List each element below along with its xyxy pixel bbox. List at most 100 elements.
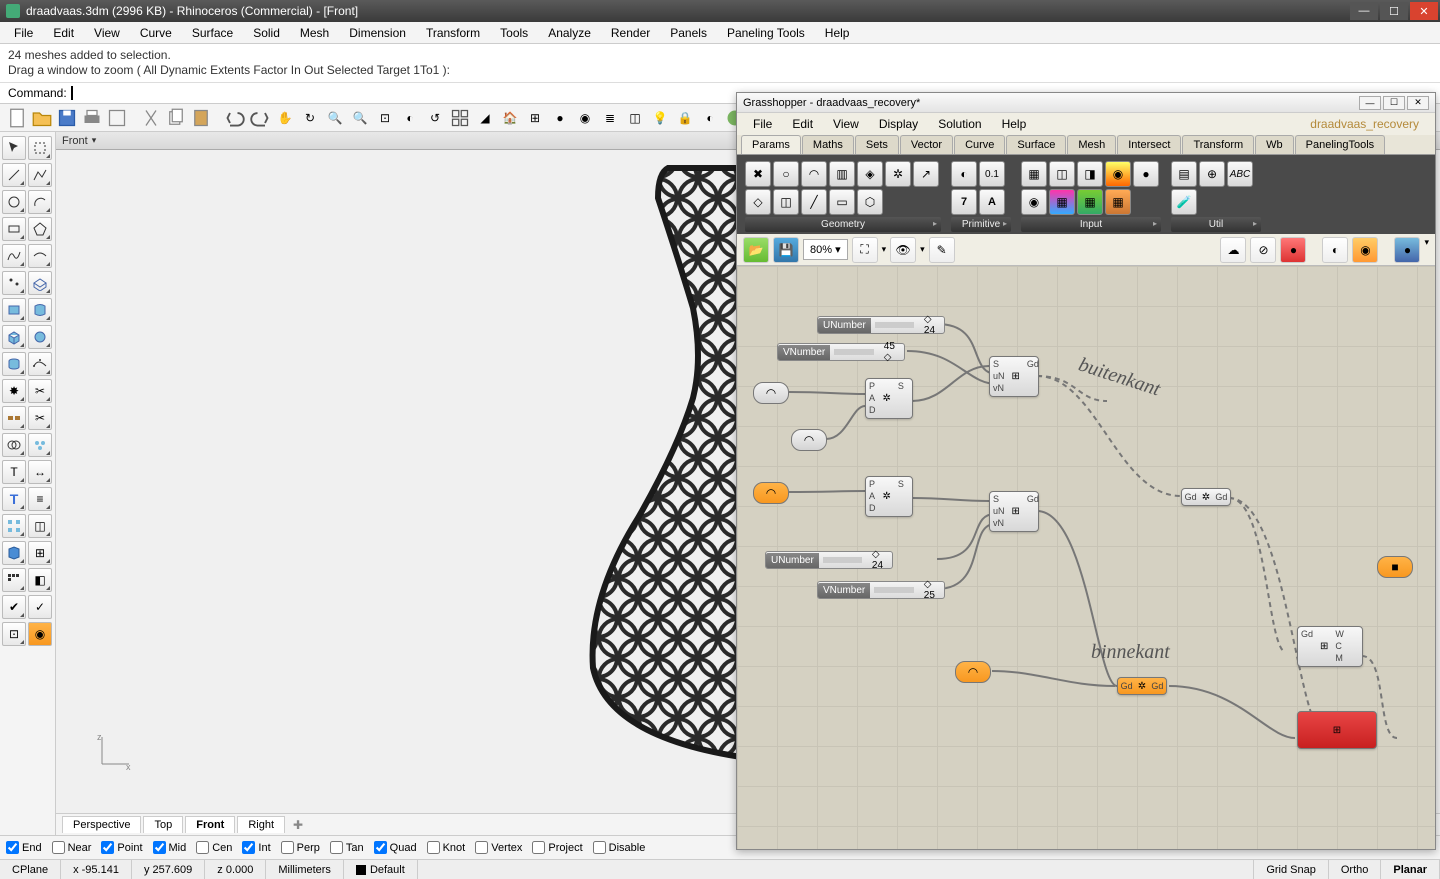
dim-tool[interactable]: ↔	[28, 460, 52, 484]
gh-menu-display[interactable]: Display	[871, 115, 926, 133]
gh-slider-unumber-1[interactable]: UNumber◇ 24	[817, 316, 945, 334]
gh-node-gd-relay-2[interactable]: Gd✲Gd	[1117, 677, 1167, 695]
layout-tool[interactable]: ≡	[28, 487, 52, 511]
gh-close-button[interactable]: ✕	[1407, 96, 1429, 110]
input-toggle-icon[interactable]: ◨	[1077, 161, 1103, 187]
geom-circle-icon[interactable]: ○	[773, 161, 799, 187]
osnap-int[interactable]: Int	[242, 841, 270, 854]
rectangle-tool[interactable]	[2, 217, 26, 241]
osnap-project[interactable]: Project	[532, 841, 582, 854]
gh-slider-vnumber-1[interactable]: VNumber45 ◇	[777, 343, 905, 361]
tab-perspective[interactable]: Perspective	[62, 816, 141, 833]
gh-node-divide-1[interactable]: SuNvN⊞Gd	[989, 356, 1039, 397]
gh-param-output-1[interactable]: ■	[1377, 556, 1413, 578]
paneling-tool[interactable]: ⊡	[2, 622, 26, 646]
menu-panels[interactable]: Panels	[662, 24, 715, 42]
polygon-tool[interactable]	[28, 217, 52, 241]
gh-maximize-button[interactable]: ☐	[1383, 96, 1405, 110]
ghtab-params[interactable]: Params	[741, 135, 801, 154]
tab-right[interactable]: Right	[237, 816, 285, 833]
rib-group-geometry[interactable]: Geometry	[745, 217, 941, 232]
save-icon[interactable]	[56, 107, 78, 129]
menu-edit[interactable]: Edit	[45, 24, 82, 42]
gh-canvas[interactable]: UNumber◇ 24 VNumber45 ◇ UNumber◇ 24 VNum…	[737, 266, 1435, 849]
gh-minimize-button[interactable]: —	[1359, 96, 1381, 110]
input-colourpicker-icon[interactable]: ▦	[1049, 189, 1075, 215]
geom-surface-icon[interactable]: ▥	[829, 161, 855, 187]
ghtab-surface[interactable]: Surface	[1006, 135, 1066, 154]
gh-sketch-icon[interactable]: ✎	[929, 237, 955, 263]
gh-node-weave[interactable]: Gd⊞WCM	[1297, 626, 1363, 667]
pan-icon[interactable]: ✋	[274, 107, 296, 129]
pattern-tool[interactable]	[2, 568, 26, 592]
gh-scribble-outer[interactable]: buitenkant	[1076, 354, 1163, 402]
redo-icon[interactable]	[249, 107, 271, 129]
osnap-cen[interactable]: Cen	[196, 841, 232, 854]
explode-tool[interactable]: ✸	[2, 379, 26, 403]
osnap-disable[interactable]: Disable	[593, 841, 646, 854]
gh-param-surface-3[interactable]: ◠	[753, 482, 789, 504]
cage-tool[interactable]	[2, 541, 26, 565]
interpcurve-tool[interactable]	[28, 244, 52, 268]
split-tool[interactable]: ✂	[28, 406, 52, 430]
lasso-select-tool[interactable]	[28, 136, 52, 160]
input-image-icon[interactable]: ▦	[1105, 189, 1131, 215]
gh-menu-edit[interactable]: Edit	[784, 115, 821, 133]
boolean-tool[interactable]	[2, 433, 26, 457]
render-icon[interactable]: ◉	[574, 107, 596, 129]
array-tool[interactable]	[2, 514, 26, 538]
layers-icon[interactable]: ≣	[599, 107, 621, 129]
osnap-knot[interactable]: Knot	[427, 841, 466, 854]
rib-group-primitive[interactable]: Primitive	[951, 217, 1011, 232]
geom-vector-icon[interactable]: ↗	[913, 161, 939, 187]
gh-cloud-icon[interactable]: ☁	[1220, 237, 1246, 263]
gh-shade-icon[interactable]: ●	[1394, 237, 1420, 263]
menu-view[interactable]: View	[86, 24, 128, 42]
osnap-perp[interactable]: Perp	[281, 841, 320, 854]
flow-tool[interactable]: ⊞	[28, 541, 52, 565]
rotate-view-icon[interactable]: ↻	[299, 107, 321, 129]
rib-group-input[interactable]: Input	[1021, 217, 1161, 232]
tab-front[interactable]: Front	[185, 816, 235, 833]
geom-plane-icon[interactable]: ◇	[745, 189, 771, 215]
copy-icon[interactable]	[165, 107, 187, 129]
geom-rectangle-icon[interactable]: ▭	[829, 189, 855, 215]
circle-tool[interactable]	[2, 190, 26, 214]
ghtab-transform[interactable]: Transform	[1182, 135, 1254, 154]
ghtab-mesh[interactable]: Mesh	[1067, 135, 1116, 154]
gh-node-divide-2[interactable]: SuNvN⊞Gd	[989, 491, 1039, 532]
cut-icon[interactable]	[140, 107, 162, 129]
menu-help[interactable]: Help	[817, 24, 858, 42]
osnap-vertex[interactable]: Vertex	[475, 841, 522, 854]
gh-zoom-select[interactable]: 80% ▾	[803, 239, 848, 260]
point-tool[interactable]	[2, 271, 26, 295]
gh-save-icon[interactable]: 💾	[773, 237, 799, 263]
geom-curve-icon[interactable]: ◠	[801, 161, 827, 187]
input-gradient-icon[interactable]: ◉	[1105, 161, 1131, 187]
gh-disable-icon[interactable]: ⊘	[1250, 237, 1276, 263]
close-button[interactable]: ✕	[1410, 2, 1438, 20]
gh-node-error[interactable]: ⊞	[1297, 711, 1377, 749]
rib-group-util[interactable]: Util	[1171, 217, 1261, 232]
gh-menu-help[interactable]: Help	[994, 115, 1035, 133]
menu-render[interactable]: Render	[603, 24, 658, 42]
menu-dimension[interactable]: Dimension	[341, 24, 414, 42]
pointer-tool[interactable]	[2, 136, 26, 160]
prim-integer-icon[interactable]: 0.1	[979, 161, 1005, 187]
util-scribble-icon[interactable]: ABC	[1227, 161, 1253, 187]
menu-curve[interactable]: Curve	[132, 24, 180, 42]
gh-menu-view[interactable]: View	[825, 115, 867, 133]
geom-twisted-icon[interactable]: ⬡	[857, 189, 883, 215]
util-jump-icon[interactable]: ⊕	[1199, 161, 1225, 187]
gh-node-domain-2[interactable]: PAD✲S	[865, 476, 913, 517]
osnap-near[interactable]: Near	[52, 841, 92, 854]
maximize-button[interactable]: ☐	[1380, 2, 1408, 20]
solid-tool[interactable]	[28, 325, 52, 349]
menu-file[interactable]: File	[6, 24, 41, 42]
ghtab-intersect[interactable]: Intersect	[1117, 135, 1181, 154]
menu-mesh[interactable]: Mesh	[292, 24, 337, 42]
gh-enable-icon[interactable]: ●	[1280, 237, 1306, 263]
wireframe-icon[interactable]: ⊞	[524, 107, 546, 129]
status-gridsnap[interactable]: Grid Snap	[1254, 860, 1329, 879]
zoom-prev-icon[interactable]: ◐	[399, 107, 421, 129]
